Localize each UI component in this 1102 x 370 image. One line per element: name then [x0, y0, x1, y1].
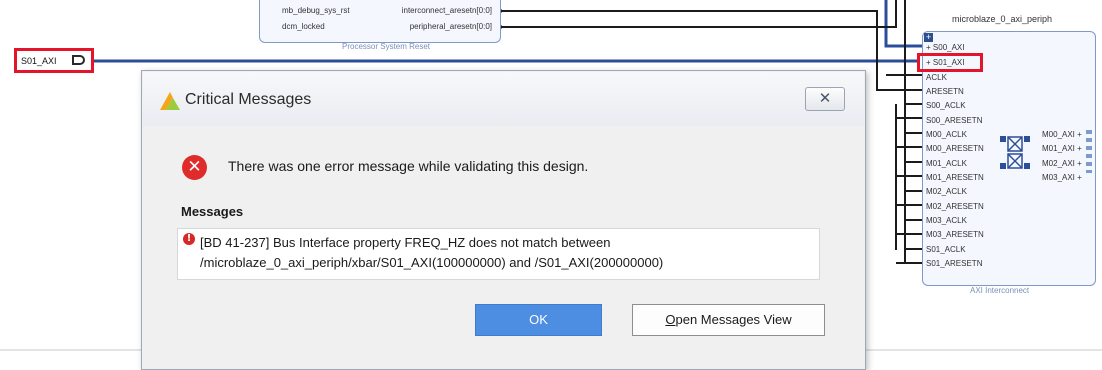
crossbar-icon	[1000, 136, 1030, 169]
ic-port-m01-aresetn: M01_ARESETN	[926, 173, 984, 182]
psr-pin-peripheral-aresetn: peripheral_aresetn[0:0]	[409, 22, 492, 31]
ic-port-s01-aresetn: S01_ARESETN	[926, 259, 983, 268]
close-icon: ✕	[818, 90, 832, 107]
ic-port-m02-aresetn: M02_ARESETN	[926, 202, 984, 211]
ok-button[interactable]: OK	[475, 304, 602, 336]
message-line-1[interactable]: [BD 41-237] Bus Interface property FREQ_…	[200, 235, 610, 250]
ic-port-m02-axi: M02_AXI +	[1042, 159, 1082, 168]
dialog-titlebar[interactable]: Critical Messages ✕	[143, 72, 864, 126]
error-icon: ✕	[182, 155, 207, 180]
close-button[interactable]: ✕	[805, 87, 845, 111]
dialog-title: Critical Messages	[185, 91, 312, 108]
ic-port-m00-aclk: M00_ACLK	[926, 130, 967, 139]
messages-section-label: Messages	[181, 204, 244, 219]
external-port-s01-axi[interactable]: S01_AXI	[14, 48, 94, 73]
ic-port-s01-aclk: S01_ACLK	[926, 245, 966, 254]
interconnect-instance-name: microblaze_0_axi_periph	[952, 14, 1053, 24]
processor-system-reset-block[interactable]: mb_debug_sys_rst dcm_locked interconnect…	[259, 0, 501, 51]
ic-port-aresetn: ARESETN	[926, 87, 964, 96]
ic-port-m03-aclk: M03_ACLK	[926, 216, 967, 225]
psr-pin-dcm-locked: dcm_locked	[282, 22, 325, 31]
ic-port-aclk: ACLK	[926, 73, 947, 82]
ic-port-s00-aresetn: S00_ARESETN	[926, 116, 983, 125]
psr-pin-mb-debug-sys-rst: mb_debug_sys_rst	[282, 6, 350, 15]
dialog-headline: There was one error message while valida…	[228, 158, 589, 174]
peripheral-aresetn-net	[499, 0, 897, 28]
message-line-2[interactable]: /microblaze_0_axi_periph/xbar/S01_AXI(10…	[200, 255, 663, 270]
ic-port-s00-aclk: S00_ACLK	[926, 101, 966, 110]
open-messages-label: pen Messages View	[675, 312, 792, 327]
expand-plus-icon[interactable]: +	[924, 33, 933, 42]
ic-port-m00-axi: M00_AXI +	[1042, 130, 1082, 139]
s01-axi-highlight-box	[917, 53, 983, 72]
interconnect-caption: AXI Interconnect	[970, 286, 1030, 295]
ic-port-m02-aclk: M02_ACLK	[926, 187, 967, 196]
ic-port-m01-aclk: M01_ACLK	[926, 159, 967, 168]
ic-port-m03-axi: M03_AXI +	[1042, 173, 1082, 182]
vivado-logo-icon	[160, 92, 180, 110]
ic-port-s00-axi: + S00_AXI	[926, 43, 965, 52]
bus-strip-icon	[1086, 130, 1092, 173]
messages-list[interactable]: ! [BD 41-237] Bus Interface property FRE…	[177, 228, 820, 280]
psr-block-caption: Processor System Reset	[342, 42, 431, 51]
psr-pin-interconnect-aresetn: interconnect_aresetn[0:0]	[401, 6, 492, 15]
open-messages-view-button[interactable]: Open Messages View	[632, 304, 825, 336]
ic-port-m01-axi: M01_AXI +	[1042, 144, 1082, 153]
critical-messages-dialog: Critical Messages ✕ ✕ There was one erro…	[141, 70, 866, 370]
ic-port-m03-aresetn: M03_ARESETN	[926, 230, 984, 239]
ic-port-m00-aresetn: M00_ARESETN	[926, 144, 984, 153]
interface-port-icon	[72, 55, 85, 65]
critical-warning-icon: !	[183, 233, 195, 245]
open-messages-mnemonic: O	[665, 312, 676, 327]
external-port-label: S01_AXI	[21, 56, 57, 66]
